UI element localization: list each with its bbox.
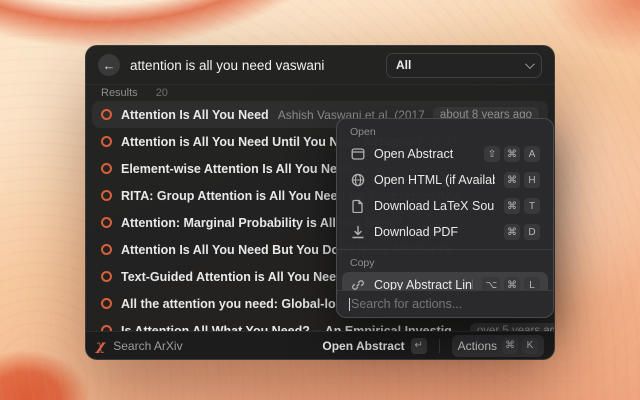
arxiv-extension-icon: χ: [96, 338, 105, 354]
footer-divider: [439, 339, 440, 353]
filter-selected-value: All: [396, 58, 519, 72]
search-header: ← attention is all you need vaswani All: [86, 46, 554, 84]
link-icon: [350, 278, 365, 291]
actions-label: Actions: [458, 339, 497, 353]
globe-icon: [350, 173, 365, 188]
text-cursor: [349, 298, 350, 311]
window-footer: χ Search ArXiv Open Abstract ↵ Actions ⌘…: [86, 331, 554, 359]
paper-age-badge: over 5 years ago: [470, 323, 554, 332]
keycap: ⌥: [482, 277, 500, 290]
menu-item-label: Copy Abstract Link: [374, 278, 473, 290]
actions-menu: Open Open Abstract ⇧⌘A Open HTML (if Ava…: [336, 118, 554, 318]
keycap: ⌘: [504, 198, 520, 214]
menu-section-copy: Copy: [337, 254, 553, 272]
menu-open-items: Open Abstract ⇧⌘A Open HTML (if Availabl…: [337, 141, 553, 245]
results-label: Results: [101, 87, 138, 99]
menu-item-shortcut: ⇧⌘A: [484, 146, 540, 162]
menu-copy-items: Copy Abstract Link ⌥ ⌘ L: [337, 272, 553, 290]
results-count: 20: [156, 87, 168, 99]
arxiv-ring-icon: [101, 190, 112, 201]
arxiv-ring-icon: [101, 271, 112, 282]
menu-item[interactable]: Open HTML (if Available) ⌘H: [342, 167, 548, 193]
search-input[interactable]: attention is all you need vaswani: [130, 58, 376, 73]
menu-item-label: Open HTML (if Available): [374, 173, 495, 187]
menu-item[interactable]: Download PDF ⌘D: [342, 219, 548, 245]
menu-item-label: Open Abstract: [374, 147, 475, 161]
keycap: ⌘: [504, 172, 520, 188]
menu-section-open: Open: [337, 123, 553, 141]
menu-item-shortcut: ⌥ ⌘ L: [482, 277, 540, 290]
paper-title: Is Attention All What You Need? -- An Em…: [121, 324, 452, 332]
desktop-wallpaper: ← attention is all you need vaswani All …: [0, 0, 640, 400]
actions-button[interactable]: Actions ⌘K: [452, 335, 544, 357]
results-section-header: Results 20: [86, 85, 554, 101]
menu-item[interactable]: Download LaTeX Source ⌘T: [342, 193, 548, 219]
paper-title: Element-wise Attention Is All You Need: [121, 162, 352, 176]
actions-menu-list: Open Open Abstract ⇧⌘A Open HTML (if Ava…: [337, 119, 553, 290]
keycap: ⌘: [504, 224, 520, 240]
arxiv-ring-icon: [101, 109, 112, 120]
arxiv-ring-icon: [101, 136, 112, 147]
arxiv-ring-icon: [101, 298, 112, 309]
keycap: L: [524, 277, 540, 290]
keycap: D: [524, 224, 540, 240]
keycap: ⌘: [504, 146, 520, 162]
actions-search-input[interactable]: [351, 297, 541, 311]
menu-item-shortcut: ⌘D: [504, 224, 540, 240]
menu-item[interactable]: Open Abstract ⇧⌘A: [342, 141, 548, 167]
keycap: A: [524, 146, 540, 162]
document-icon: [350, 199, 365, 214]
arxiv-ring-icon: [101, 217, 112, 228]
window-icon: [350, 147, 365, 162]
menu-item-label: Download PDF: [374, 225, 495, 239]
menu-item-shortcut: ⌘H: [504, 172, 540, 188]
back-arrow-icon: ←: [103, 58, 116, 73]
actions-search-bar: [337, 290, 553, 317]
keycap: ⌘: [502, 338, 518, 354]
return-keycap: ↵: [411, 338, 427, 354]
keycap: ⇧: [484, 146, 500, 162]
menu-separator: [337, 249, 553, 250]
arxiv-ring-icon: [101, 244, 112, 255]
download-icon: [350, 225, 365, 240]
keycap: H: [524, 172, 540, 188]
menu-item-shortcut: ⌘T: [504, 198, 540, 214]
category-filter-dropdown[interactable]: All: [386, 53, 542, 78]
paper-title: Attention Is All You Need: [121, 108, 269, 122]
keycap: ⌘: [504, 277, 520, 290]
menu-item[interactable]: Copy Abstract Link ⌥ ⌘ L: [342, 272, 548, 290]
primary-action-button[interactable]: Open Abstract ↵: [322, 338, 426, 354]
primary-action-label: Open Abstract: [322, 339, 404, 353]
menu-item-label: Download LaTeX Source: [374, 199, 495, 213]
actions-shortcut: ⌘K: [502, 338, 538, 354]
chevron-down-icon: [525, 59, 535, 69]
keycap: K: [522, 338, 538, 354]
extension-name: Search ArXiv: [113, 339, 314, 353]
keycap: T: [524, 198, 540, 214]
arxiv-ring-icon: [101, 163, 112, 174]
back-button[interactable]: ←: [98, 54, 120, 76]
result-row[interactable]: Is Attention All What You Need? -- An Em…: [92, 317, 548, 331]
